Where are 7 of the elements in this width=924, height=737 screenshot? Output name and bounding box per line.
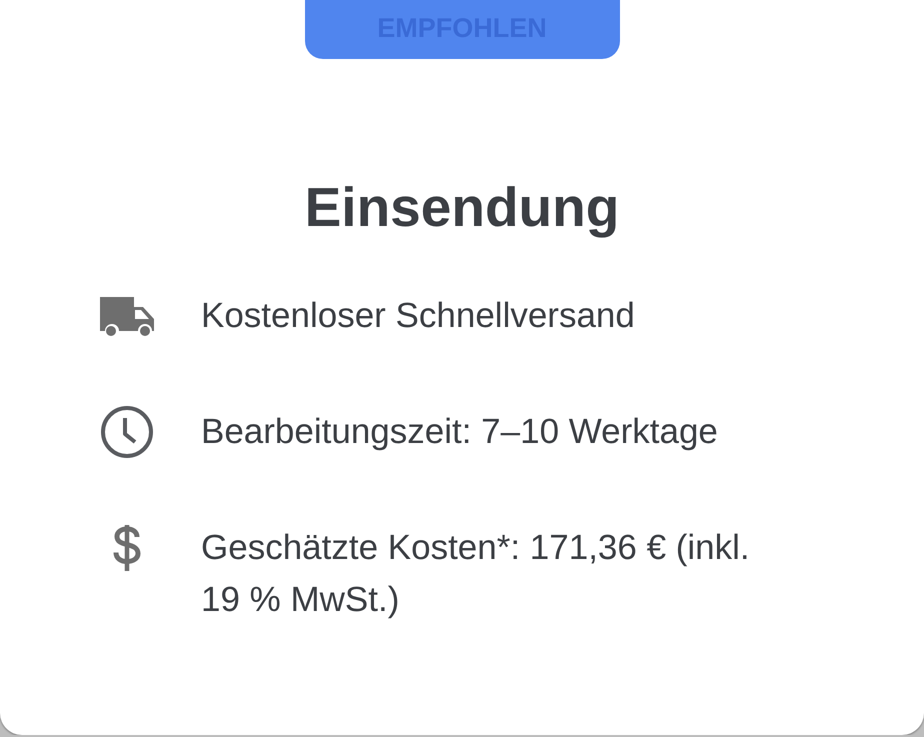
- feature-text: Geschätzte Kosten*: 171,36 € (inkl. 19 % MwSt.): [201, 527, 751, 621]
- truck-icon: [98, 295, 156, 337]
- dollar-icon: [112, 523, 142, 573]
- card-title: Einsendung: [304, 176, 620, 238]
- feature-text: Bearbeitungszeit: 7–10 Werktage: [201, 411, 718, 453]
- clock-icon: [100, 405, 154, 459]
- feature-text: Kostenloser Schnellversand: [201, 295, 635, 337]
